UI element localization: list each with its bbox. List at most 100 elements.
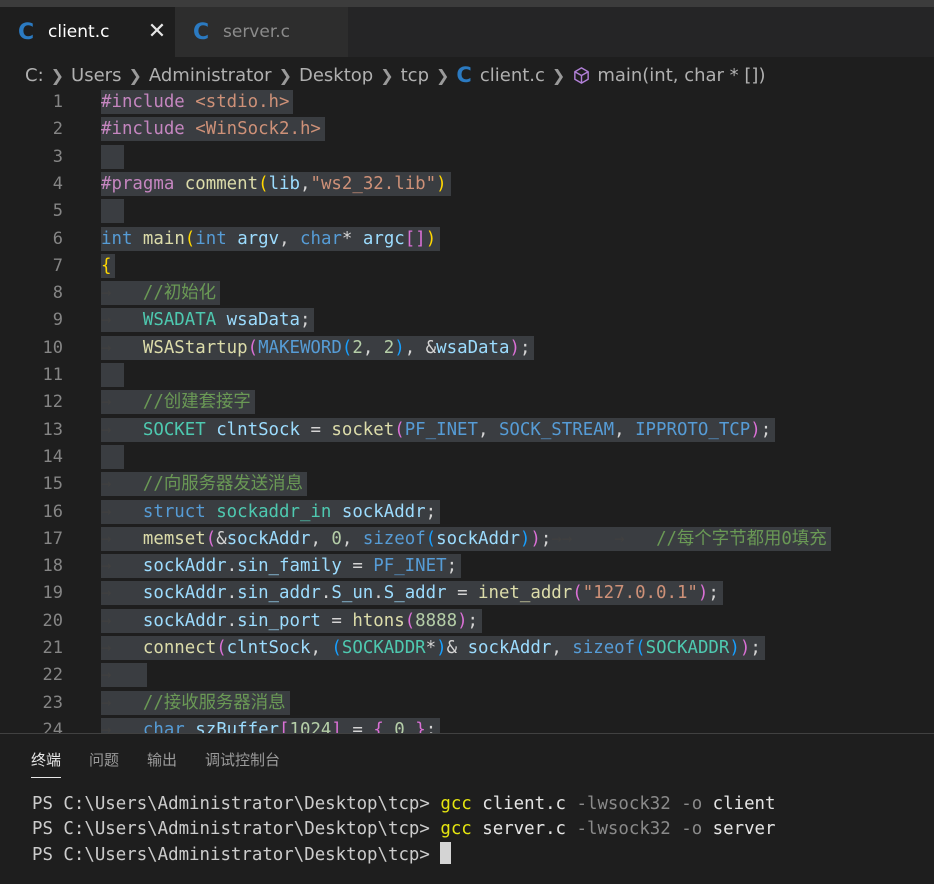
- tab-client-c[interactable]: C client.c ✕: [0, 7, 175, 57]
- code-token: →: [101, 692, 143, 713]
- tab-debug-console[interactable]: 调试控制台: [205, 748, 280, 778]
- code-token: //初始化: [142, 283, 217, 304]
- terminal-flag: -lwsock32: [576, 794, 671, 814]
- code-token: (: [572, 583, 583, 604]
- breadcrumb-item-tcp[interactable]: tcp: [401, 65, 429, 86]
- code-token: 8888: [415, 610, 458, 631]
- terminal-command: gcc: [440, 794, 472, 814]
- code-token: argv: [237, 228, 280, 249]
- code-token: .: [226, 556, 238, 577]
- code-token: PF_INET: [373, 556, 447, 577]
- code-line: 12 → //创建套接字: [0, 389, 934, 416]
- code-text: → WSADATA wsaData;: [101, 308, 315, 333]
- code-token: struct: [142, 501, 206, 522]
- code-token: →: [101, 665, 143, 686]
- code-token: IPPROTO_TCP: [635, 419, 751, 440]
- code-line: 9 → WSADATA wsaData;: [0, 307, 934, 334]
- code-line: 6 int main(int argv, char* argc[]): [0, 226, 934, 253]
- code-text: → SOCKET clntSock = socket(PF_INET, SOCK…: [101, 417, 776, 442]
- code-token: ;: [760, 419, 772, 440]
- code-token: =: [341, 556, 374, 577]
- tab-terminal[interactable]: 终端: [31, 748, 62, 778]
- code-text: [101, 444, 124, 469]
- code-token: szBuffer: [195, 719, 280, 733]
- code-text: {: [101, 253, 116, 278]
- code-line: 14: [0, 444, 934, 471]
- code-text: [101, 199, 124, 224]
- code-token: sockAddr: [142, 610, 227, 631]
- code-line: 11: [0, 362, 934, 389]
- code-text: int main(int argv, char* argc[]): [101, 226, 441, 251]
- code-token: sin_family: [237, 556, 342, 577]
- line-number: 3: [52, 146, 63, 167]
- code-token: ;: [299, 310, 311, 331]
- symbol-method-icon: [574, 66, 590, 84]
- code-token: sockAddr: [226, 528, 311, 549]
- code-token: 2: [383, 337, 395, 358]
- code-token: =: [341, 719, 374, 733]
- terminal-line: PS C:\Users\Administrator\Desktop\tcp> g…: [32, 817, 775, 842]
- code-token: .: [320, 583, 332, 604]
- terminal-command: gcc: [440, 819, 472, 839]
- code-token: }: [415, 719, 426, 733]
- code-token: (: [331, 638, 342, 658]
- line-number: 19: [42, 583, 63, 604]
- code-token: →: [101, 392, 143, 413]
- code-line: 10 → WSAStartup(MAKEWORD(2, 2), &wsaData)…: [0, 335, 934, 362]
- line-number: 1: [52, 92, 63, 112]
- code-line: 17 → memset(&sockAddr, 0, sizeof(sockAddr…: [0, 526, 934, 553]
- breadcrumb-item-users[interactable]: Users: [71, 65, 121, 86]
- line-number: 2: [52, 119, 63, 140]
- code-editor[interactable]: 1 #include <stdio.h> 2 #include <WinSock2.h…: [0, 89, 934, 733]
- code-token: 0: [394, 719, 405, 733]
- code-token: //接收服务器消息: [142, 692, 286, 713]
- code-token: (: [341, 337, 353, 358]
- breadcrumb-item-file[interactable]: client.c: [480, 65, 545, 86]
- line-number: 11: [42, 365, 63, 385]
- code-line: 2 #include <WinSock2.h>: [0, 116, 934, 143]
- code-line: 21 → connect(clntSock, (SOCKADDR*)& sockA…: [0, 635, 934, 662]
- code-token: wsaData: [436, 337, 510, 358]
- line-number: 5: [52, 201, 63, 222]
- code-token: ): [750, 419, 761, 440]
- breadcrumb-item-administrator[interactable]: Administrator: [149, 65, 272, 86]
- code-text: → memset(&sockAddr, 0, sizeof(sockAddr))…: [101, 526, 831, 551]
- code-token: comment: [184, 173, 259, 194]
- line-number: 9: [52, 310, 63, 331]
- terminal[interactable]: PS C:\Users\Administrator\Desktop\tcp> g…: [32, 792, 775, 868]
- code-token: sockAddr: [142, 583, 227, 604]
- code-token: #include: [101, 119, 185, 140]
- code-token: .: [373, 583, 384, 604]
- line-number: 15: [42, 474, 63, 495]
- code-token: ;: [750, 638, 761, 658]
- tab-problems[interactable]: 问题: [89, 748, 119, 778]
- tab-server-c[interactable]: C server.c: [175, 7, 348, 57]
- tab-output[interactable]: 输出: [147, 748, 177, 778]
- code-token: →: [101, 310, 143, 331]
- breadcrumb-item-drive[interactable]: C:: [25, 65, 44, 86]
- code-token: ): [509, 337, 520, 358]
- code-token: ): [697, 583, 709, 604]
- code-token: ): [729, 638, 740, 658]
- panel-tab-list: 终端 问题 输出 调试控制台: [31, 748, 308, 778]
- close-icon[interactable]: ✕: [139, 21, 175, 43]
- code-token: #pragma: [101, 173, 175, 194]
- breadcrumb-item-desktop[interactable]: Desktop: [299, 65, 373, 86]
- line-number: 23: [42, 692, 63, 713]
- line-number: 24: [42, 719, 63, 733]
- code-token: SOCKADDR: [645, 638, 730, 658]
- code-token: (: [205, 528, 217, 549]
- breadcrumb-item-symbol[interactable]: main(int, char * []): [597, 65, 765, 86]
- code-token: <stdio.h>: [195, 92, 290, 112]
- code-text: → char szBuffer[1024] = { 0 };: [101, 717, 441, 733]
- title-strip: [0, 0, 934, 7]
